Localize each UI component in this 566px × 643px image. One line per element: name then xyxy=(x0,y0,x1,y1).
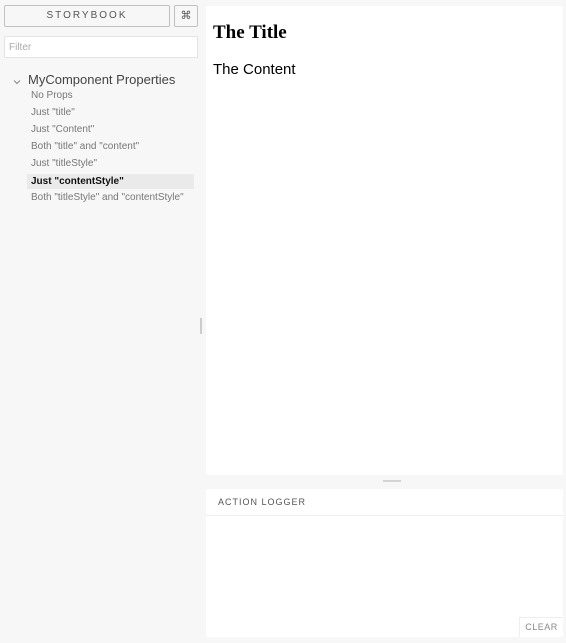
panel-resize-handle[interactable] xyxy=(383,480,401,482)
filter-input[interactable] xyxy=(4,36,198,58)
story-item-no-props[interactable]: No Props xyxy=(27,89,194,102)
story-item-just-titlestyle[interactable]: Just "titleStyle" xyxy=(27,157,194,170)
preview-panel: The Title The Content xyxy=(206,6,563,475)
sidebar-header: STORYBOOK ⌘ xyxy=(4,4,198,28)
kind-item-mycomponent-properties[interactable]: MyComponent Properties xyxy=(0,70,200,88)
story-item-both-titlestyle-contentstyle[interactable]: Both "titleStyle" and "contentStyle" xyxy=(27,191,194,204)
sidebar-resize-handle[interactable] xyxy=(200,318,202,334)
stories-tree: MyComponent Properties No Props Just "ti… xyxy=(0,70,200,208)
preview-title: The Title xyxy=(213,22,287,43)
preview-content: The Content xyxy=(213,61,296,78)
story-item-just-contentstyle[interactable]: Just "contentStyle" xyxy=(27,174,194,189)
chevron-down-icon[interactable] xyxy=(12,74,22,85)
story-list: No Props Just "title" Just "Content" Bot… xyxy=(0,89,200,204)
kind-label: MyComponent Properties xyxy=(28,71,176,87)
action-logger-header: ACTION LOGGER xyxy=(206,489,563,516)
clear-button[interactable]: CLEAR xyxy=(519,617,563,637)
action-logger-panel: ACTION LOGGER CLEAR xyxy=(206,489,563,637)
story-item-just-title[interactable]: Just "title" xyxy=(27,106,194,119)
sidebar: STORYBOOK ⌘ MyComponent Properties No Pr… xyxy=(0,0,200,643)
action-logger-tab[interactable]: ACTION LOGGER xyxy=(218,497,306,507)
shortcuts-button[interactable]: ⌘ xyxy=(174,5,198,27)
story-item-both-title-content[interactable]: Both "title" and "content" xyxy=(27,140,194,153)
storybook-button[interactable]: STORYBOOK xyxy=(4,5,170,27)
story-item-just-content[interactable]: Just "Content" xyxy=(27,123,194,136)
